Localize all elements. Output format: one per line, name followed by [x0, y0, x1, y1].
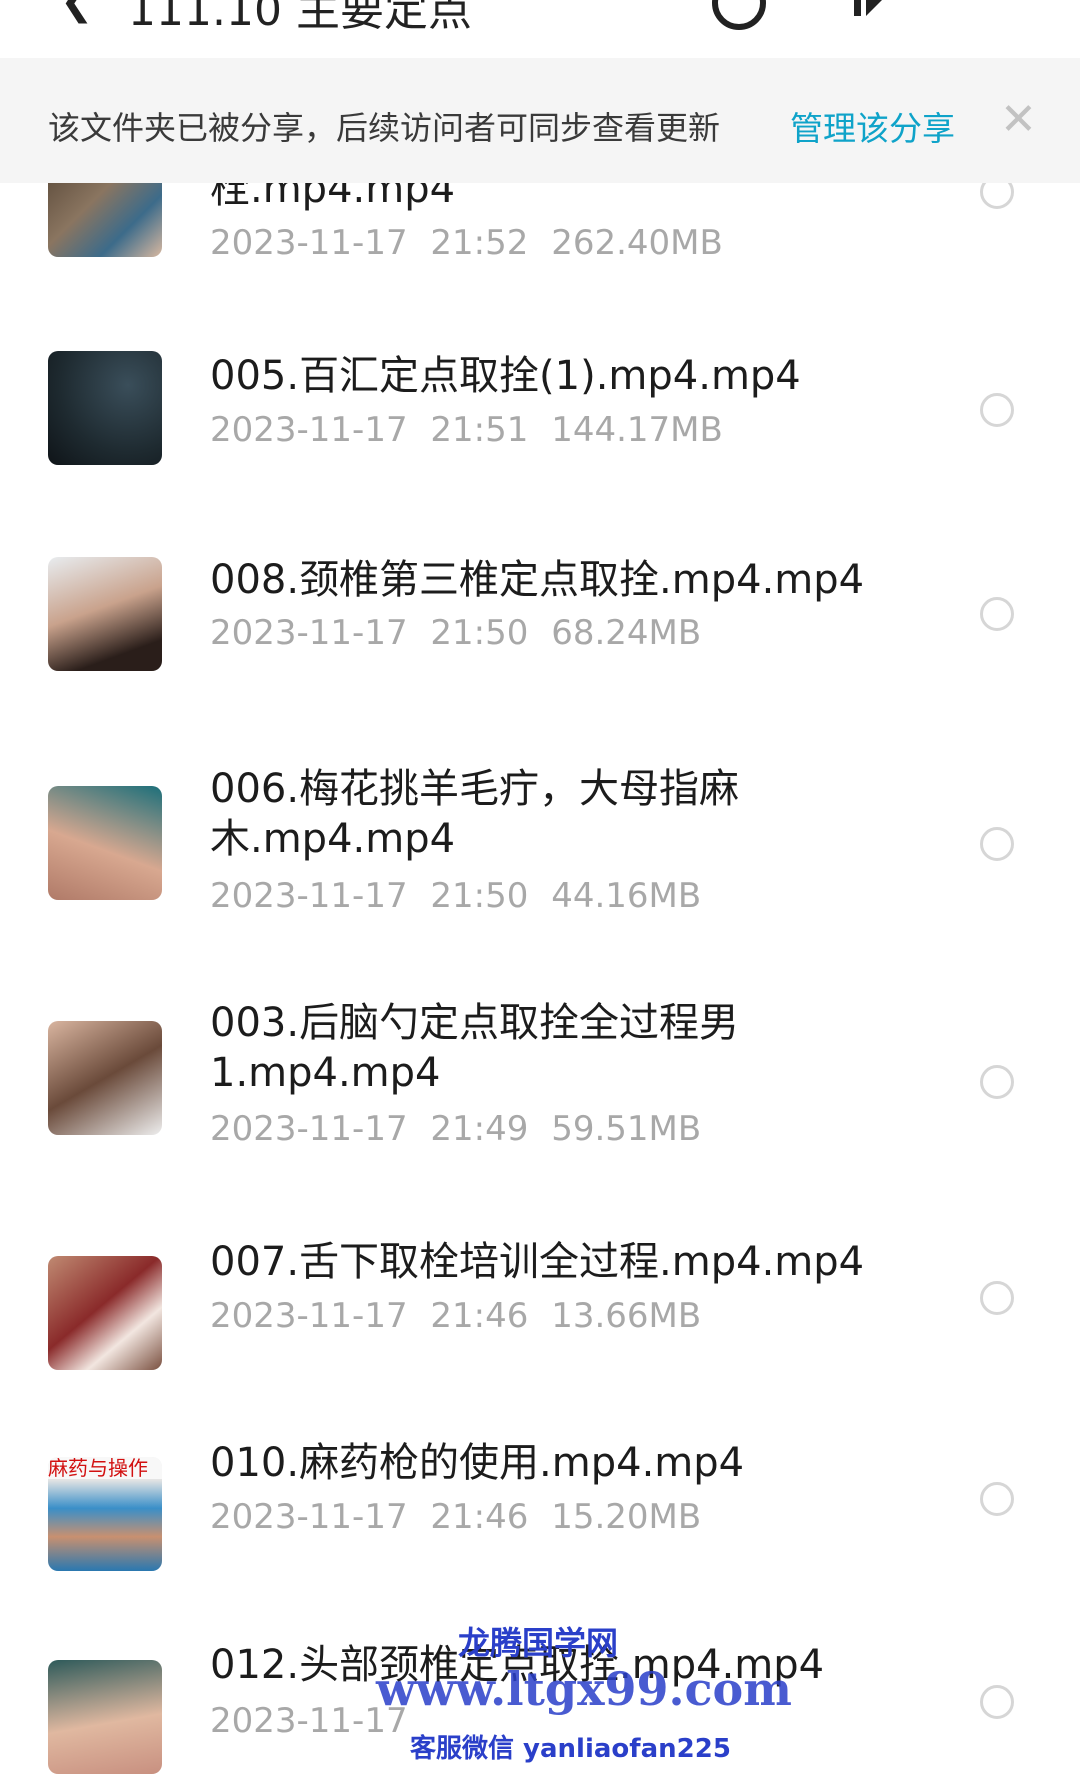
share-notice-text: 该文件夹已被分享，后续访问者可同步查看更新: [48, 109, 721, 147]
thumbnail-caption: 麻药与操作: [48, 1457, 162, 1479]
file-time: 21:46: [430, 1497, 529, 1537]
file-name: 010.麻药枪的使用.mp4.mp4: [210, 1440, 745, 1486]
file-name: 栓.mp4.mp4: [210, 183, 456, 212]
file-row[interactable]: 006.梅花挑羊毛疔，大母指麻木.mp4.mp4 2023-11-17 21:5…: [0, 741, 1080, 941]
file-name: 003.后脑勺定点取拴全过程男1.mp4.mp4: [210, 1000, 740, 1096]
top-bar: ❮ 111.10 主要定点: [0, 0, 1080, 58]
file-date: 2023-11-17: [210, 1701, 408, 1741]
file-meta: 2023-11-17 21:49 59.51MB: [210, 1109, 701, 1149]
share-banner: 该文件夹已被分享，后续访问者可同步查看更新 管理该分享 ✕: [0, 58, 1080, 183]
file-row[interactable]: 003.后脑勺定点取拴全过程男1.mp4.mp4 2023-11-17 21:4…: [0, 981, 1080, 1181]
file-date: 2023-11-17: [210, 613, 408, 653]
file-row[interactable]: 麻药与操作 010.麻药枪的使用.mp4.mp4 2023-11-17 21:4…: [0, 1430, 1080, 1630]
file-meta: 2023-11-17 21:46 13.66MB: [210, 1296, 701, 1336]
video-thumbnail: 麻药与操作: [48, 1457, 162, 1571]
video-thumbnail: [48, 786, 162, 900]
file-time: 21:51: [430, 410, 529, 450]
select-radio[interactable]: [980, 1685, 1014, 1719]
file-size: 15.20MB: [551, 1497, 702, 1537]
manage-share-link[interactable]: 管理该分享: [790, 102, 955, 150]
select-radio[interactable]: [980, 827, 1014, 861]
file-name: 008.颈椎第三椎定点取拴.mp4.mp4: [210, 557, 865, 603]
file-time: 21:52: [430, 223, 529, 263]
file-size: 144.17MB: [551, 410, 723, 450]
file-row[interactable]: 007.舌下取栓培训全过程.mp4.mp4 2023-11-17 21:46 1…: [0, 1226, 1080, 1426]
file-date: 2023-11-17: [210, 1109, 408, 1149]
folder-title: 111.10 主要定点: [128, 0, 472, 36]
file-size: 59.51MB: [551, 1109, 702, 1149]
file-time: 21:50: [430, 876, 529, 916]
video-thumbnail: [48, 351, 162, 465]
select-radio[interactable]: [980, 183, 1014, 209]
select-radio[interactable]: [980, 1281, 1014, 1315]
file-date: 2023-11-17: [210, 1497, 408, 1537]
file-size: 262.40MB: [551, 223, 723, 263]
back-arrow-icon[interactable]: ❮: [60, 0, 94, 24]
file-name: 005.百汇定点取拴(1).mp4.mp4: [210, 353, 801, 399]
file-row[interactable]: 012.头部颈椎定点取拴.mp4.mp4 2023-11-17: [0, 1633, 1080, 1786]
select-radio[interactable]: [980, 393, 1014, 427]
video-thumbnail: [48, 557, 162, 671]
file-meta: 2023-11-17 21:52 262.40MB: [210, 223, 723, 263]
file-name: 006.梅花挑羊毛疔，大母指麻木.mp4.mp4: [210, 766, 740, 862]
file-meta: 2023-11-17 21:46 15.20MB: [210, 1497, 701, 1537]
close-icon[interactable]: ✕: [1000, 94, 1037, 145]
sort-icon[interactable]: [850, 0, 886, 16]
select-radio[interactable]: [980, 597, 1014, 631]
file-meta: 2023-11-17 21:51 144.17MB: [210, 410, 723, 450]
file-meta: 2023-11-17: [210, 1701, 408, 1741]
file-time: 21:50: [430, 613, 529, 653]
file-time: 21:46: [430, 1296, 529, 1336]
file-date: 2023-11-17: [210, 223, 408, 263]
file-meta: 2023-11-17 21:50 68.24MB: [210, 613, 701, 653]
select-radio[interactable]: [980, 1482, 1014, 1516]
search-icon[interactable]: [712, 0, 766, 30]
video-thumbnail: [48, 1256, 162, 1370]
file-name: 007.舌下取栓培训全过程.mp4.mp4: [210, 1239, 865, 1285]
file-size: 44.16MB: [551, 876, 702, 916]
file-size: 68.24MB: [551, 613, 702, 653]
select-radio[interactable]: [980, 1065, 1014, 1099]
file-size: 13.66MB: [551, 1296, 702, 1336]
file-row[interactable]: 008.颈椎第三椎定点取拴.mp4.mp4 2023-11-17 21:50 6…: [0, 533, 1080, 733]
video-thumbnail: [48, 1021, 162, 1135]
file-time: 21:49: [430, 1109, 529, 1149]
file-date: 2023-11-17: [210, 876, 408, 916]
video-thumbnail: [48, 183, 162, 257]
file-name: 012.头部颈椎定点取拴.mp4.mp4: [210, 1642, 825, 1688]
file-row[interactable]: 005.百汇定点取拴(1).mp4.mp4 2023-11-17 21:51 1…: [0, 331, 1080, 531]
file-date: 2023-11-17: [210, 410, 408, 450]
file-date: 2023-11-17: [210, 1296, 408, 1336]
video-thumbnail: [48, 1660, 162, 1774]
file-list: 栓.mp4.mp4 2023-11-17 21:52 262.40MB 005.…: [0, 183, 1080, 1786]
file-meta: 2023-11-17 21:50 44.16MB: [210, 876, 701, 916]
